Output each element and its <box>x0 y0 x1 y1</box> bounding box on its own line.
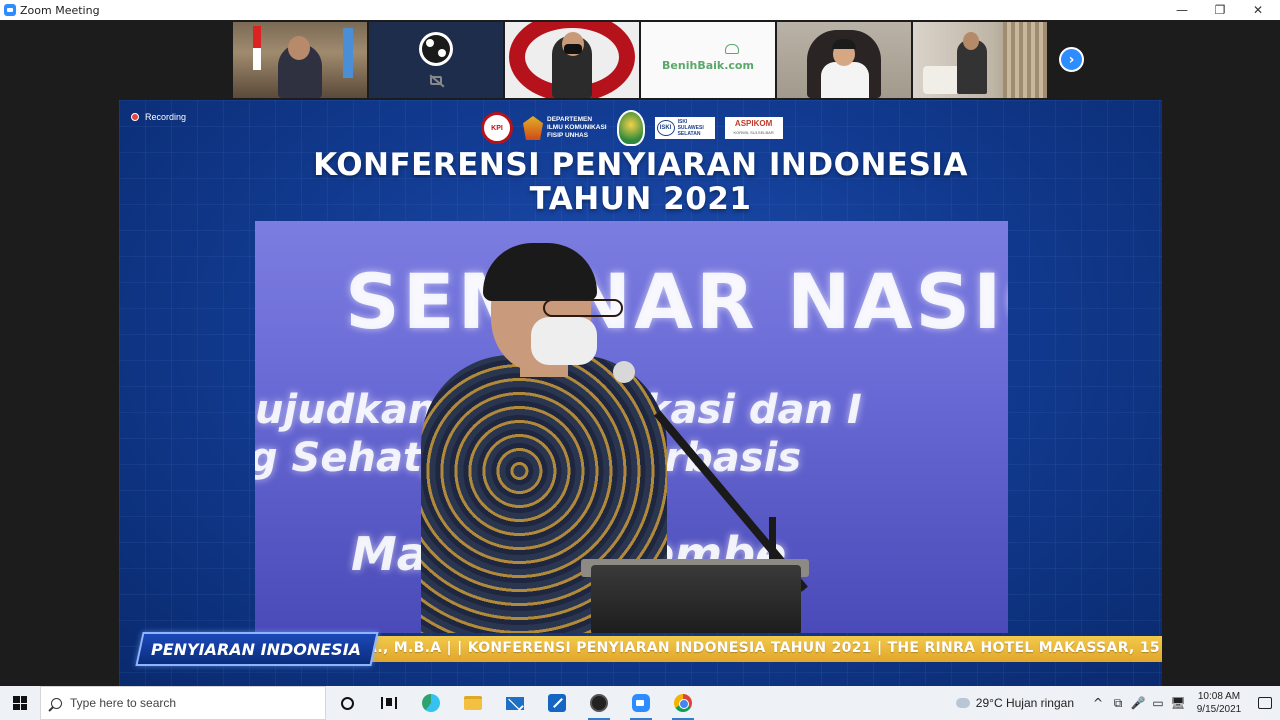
sponsor-logos: KPI DEPARTEMEN ILMU KOMUNIKASI FISIP UNHAS… <box>481 110 783 146</box>
chrome-icon <box>674 694 692 712</box>
speaker-hair <box>483 243 597 301</box>
podium <box>591 565 801 633</box>
participant-tile-obs[interactable] <box>369 22 503 98</box>
conference-title-line2: TAHUN 2021 <box>529 181 752 217</box>
meet-now-icon[interactable]: ⧉ <box>1108 696 1128 711</box>
network-icon[interactable]: 🖥 <box>1168 696 1188 710</box>
restore-button[interactable]: ❐ <box>1200 0 1240 20</box>
recording-indicator[interactable]: Recording <box>131 112 186 122</box>
obs-button[interactable] <box>578 686 620 720</box>
benihbaik-label: BenihBaik.com <box>662 58 754 72</box>
ticker-bar: BA., M.B.A | | KONFERENSI PENYIARAN INDO… <box>335 636 1162 662</box>
participant-face <box>288 36 310 60</box>
unhas-logo-text: DEPARTEMEN ILMU KOMUNIKASI FISIP UNHAS <box>547 116 607 139</box>
face-mask <box>564 44 582 54</box>
participant-body <box>821 62 869 98</box>
iski-logo-mark: ISKI <box>656 120 675 136</box>
start-button[interactable] <box>0 686 40 720</box>
mail-icon <box>506 696 524 710</box>
camera-off-icon <box>430 76 442 85</box>
kpi-logo-text: KPI <box>491 124 503 132</box>
obs-icon <box>590 694 608 712</box>
recording-label: Recording <box>145 112 187 122</box>
kpi-logo: KPI <box>481 112 513 144</box>
aspikom-text: ASPIKOM <box>734 119 773 128</box>
pen-icon <box>548 694 566 712</box>
microphone-icon <box>613 361 635 383</box>
record-dot-icon <box>131 113 139 121</box>
unhas-logo: DEPARTEMEN ILMU KOMUNIKASI FISIP UNHAS <box>523 116 607 140</box>
search-icon <box>51 697 62 709</box>
curtain <box>1003 22 1047 98</box>
file-explorer-button[interactable] <box>452 686 494 720</box>
windows-taskbar: Type here to search 29°C Hujan ringan ^ … <box>0 686 1280 720</box>
ticker-label: PENYIARAN INDONESIA <box>151 640 362 659</box>
banner-flag <box>343 28 353 78</box>
gallery-next-button[interactable]: › <box>1059 47 1084 72</box>
participant-hair <box>832 39 856 49</box>
obs-logo-icon <box>419 32 453 66</box>
search-placeholder: Type here to search <box>70 696 177 710</box>
show-hidden-icons-icon[interactable]: ^ <box>1088 696 1108 710</box>
clock[interactable]: 10:08 AM 9/15/2021 <box>1188 690 1250 716</box>
notification-button[interactable] <box>1250 697 1280 709</box>
taskbar-search[interactable]: Type here to search <box>40 686 326 720</box>
windows-logo-icon <box>13 696 27 710</box>
edge-icon <box>422 694 440 712</box>
conference-title-line1: KONFERENSI PENYIARAN INDONESIA <box>313 147 968 183</box>
zoom-button[interactable] <box>620 686 662 720</box>
meeting-area: BenihBaik.com › Recording KPI DEPARTEMEN… <box>0 20 1280 686</box>
zoom-icon <box>632 694 650 712</box>
iski-sub: ISKI SULAWESI SELATAN <box>677 119 704 137</box>
minimize-button[interactable]: — <box>1162 0 1202 20</box>
weather-text[interactable]: 29°C Hujan ringan <box>976 696 1074 710</box>
flag-icon <box>253 26 261 70</box>
participant-gallery: BenihBaik.com <box>233 22 1047 98</box>
task-view-icon <box>381 697 397 709</box>
cortana-icon <box>340 696 354 710</box>
participant-tile-kpi[interactable] <box>505 22 639 98</box>
weather-cloud-icon[interactable] <box>955 698 970 708</box>
mail-button[interactable] <box>494 686 536 720</box>
shared-screen: Recording KPI DEPARTEMEN ILMU KOMUNIKASI F… <box>119 100 1162 686</box>
notification-icon <box>1258 697 1272 709</box>
window-titlebar: Zoom Meeting — ❐ ✕ <box>0 0 1280 20</box>
news-ticker: BA., M.B.A | | KONFERENSI PENYIARAN INDO… <box>135 632 1162 666</box>
participant-tile-benihbaik[interactable]: BenihBaik.com <box>641 22 775 98</box>
participant-tile-white-shirt[interactable] <box>777 22 911 98</box>
system-tray: 29°C Hujan ringan ^ ⧉ 🎤 ▭ 🖥 10:08 AM 9/1… <box>955 686 1280 720</box>
aspikom-sub: KORWIL SULSELBAR <box>733 130 774 135</box>
cortana-button[interactable] <box>326 686 368 720</box>
pen-app-button[interactable] <box>536 686 578 720</box>
window-title: Zoom Meeting <box>20 3 100 17</box>
heart-icon <box>725 44 739 54</box>
zoom-app-icon <box>4 4 16 16</box>
ticker-text: BA., M.B.A | | KONFERENSI PENYIARAN INDO… <box>355 640 1162 656</box>
backdrop-text-1: SEMINAR NASIO <box>345 257 1008 346</box>
microphone-tray-icon[interactable]: 🎤 <box>1128 696 1148 710</box>
close-button[interactable]: ✕ <box>1238 0 1278 20</box>
unhas-emblem-icon <box>523 116 543 140</box>
participant-face <box>963 32 979 50</box>
speaker-mask <box>531 317 597 365</box>
speaker-glasses <box>543 299 623 317</box>
iski-logo: ISKI ISKI SULAWESI SELATAN <box>654 117 715 139</box>
sulsel-emblem-icon <box>616 110 645 146</box>
folder-icon <box>464 696 482 710</box>
speaker-video: SEMINAR NASIO ujudkan M omunikasi dan I … <box>255 221 1008 633</box>
battery-icon[interactable]: ▭ <box>1148 696 1168 710</box>
clock-time: 10:08 AM <box>1197 691 1241 702</box>
task-view-button[interactable] <box>368 686 410 720</box>
chrome-button[interactable] <box>662 686 704 720</box>
participant-tile-room[interactable] <box>913 22 1047 98</box>
clock-date: 9/15/2021 <box>1196 704 1242 715</box>
participant-tile-office[interactable] <box>233 22 367 98</box>
aspikom-logo: ASPIKOM KORWIL SULSELBAR <box>724 117 783 139</box>
edge-button[interactable] <box>410 686 452 720</box>
